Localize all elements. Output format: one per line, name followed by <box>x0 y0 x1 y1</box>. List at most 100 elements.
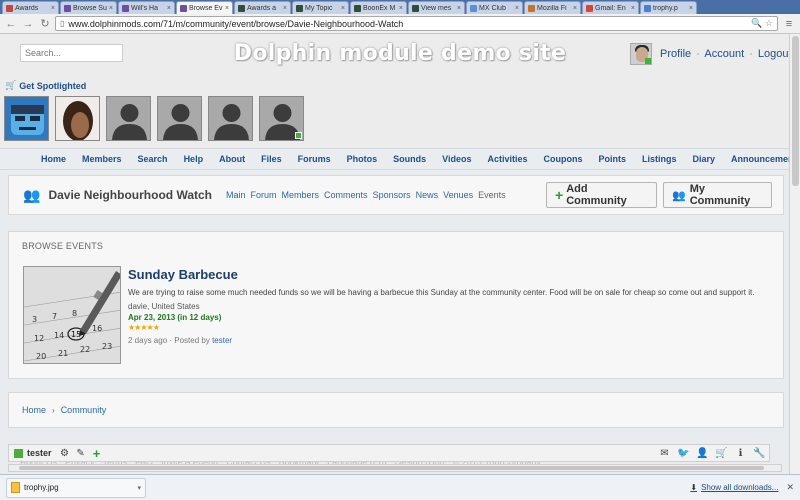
browser-tab[interactable]: Awards a × <box>234 1 291 14</box>
add-icon[interactable]: + <box>89 446 105 461</box>
community-link-forum[interactable]: Forum <box>251 190 277 200</box>
browser-menu-icon[interactable]: ≡ <box>782 18 796 30</box>
user-avatar[interactable] <box>630 43 652 65</box>
download-item[interactable]: trophy.jpg ▾ <box>6 477 146 498</box>
tab-close-icon[interactable]: × <box>109 5 113 12</box>
community-link-members[interactable]: Members <box>282 190 320 200</box>
nav-item-sounds[interactable]: Sounds <box>393 154 426 164</box>
browser-tab[interactable]: Mozilla Fi × <box>524 1 581 14</box>
info-icon[interactable]: ℹ <box>731 448 750 459</box>
toolbar-user[interactable]: tester <box>9 448 57 458</box>
event-rating-stars[interactable]: ★★★★★ <box>128 323 160 332</box>
show-all-downloads-link[interactable]: ⬇ Show all downloads... <box>690 483 778 492</box>
spotlight-member-avatar[interactable] <box>259 96 304 141</box>
nav-item-activities[interactable]: Activities <box>487 154 527 164</box>
browser-tab[interactable]: Browse Ev × <box>176 1 233 14</box>
spotlight-heading[interactable]: 🛒 Get Spotlighted <box>5 80 86 91</box>
back-icon[interactable]: ← <box>4 17 18 31</box>
nav-item-points[interactable]: Points <box>599 154 627 164</box>
address-bar[interactable]: ▯ www.dolphinmods.com/71/m/community/eve… <box>55 16 778 31</box>
twitter-icon[interactable]: 🐦 <box>674 448 693 459</box>
horizontal-scrollbar[interactable] <box>8 464 782 472</box>
nav-item-about[interactable]: About <box>219 154 245 164</box>
tab-close-icon[interactable]: × <box>631 5 635 12</box>
tab-label: Browse Ev <box>189 4 223 12</box>
account-link[interactable]: Account <box>704 48 744 60</box>
breadcrumb-item-home[interactable]: Home <box>22 405 46 415</box>
tab-close-icon[interactable]: × <box>283 5 287 12</box>
edit-icon[interactable]: ✎ <box>73 448 89 459</box>
tab-favicon-icon <box>64 4 71 12</box>
community-link-events[interactable]: Events <box>478 190 506 200</box>
tab-close-icon[interactable]: × <box>457 5 461 12</box>
close-icon[interactable]: ✕ <box>786 482 794 493</box>
online-indicator <box>645 58 651 64</box>
browser-tab[interactable]: MX Club × <box>466 1 523 14</box>
browser-tab[interactable]: Browse Su × <box>60 1 117 14</box>
tab-close-icon[interactable]: × <box>689 5 693 12</box>
mail-icon[interactable]: ✉ <box>655 448 674 459</box>
browser-tab[interactable]: Will's Ha × <box>118 1 175 14</box>
community-link-news[interactable]: News <box>416 190 439 200</box>
logout-link[interactable]: Logout <box>758 48 792 60</box>
tab-close-icon[interactable]: × <box>399 5 403 12</box>
forward-icon[interactable]: → <box>21 17 35 31</box>
community-title: Davie Neighbourhood Watch <box>48 188 212 202</box>
browser-tab[interactable]: trophy.p × <box>640 1 697 14</box>
browser-tab[interactable]: My Topic × <box>292 1 349 14</box>
spotlight-member-avatar[interactable] <box>106 96 151 141</box>
nav-item-announcement[interactable]: Announcement <box>731 154 797 164</box>
tab-close-icon[interactable]: × <box>515 5 519 12</box>
event-thumbnail[interactable]: 3789 121416 20212223 15 <box>23 266 121 364</box>
tab-close-icon[interactable]: × <box>573 5 577 12</box>
spotlight-member-avatar[interactable] <box>4 96 49 141</box>
nav-item-videos[interactable]: Videos <box>442 154 471 164</box>
tab-close-icon[interactable]: × <box>51 5 55 12</box>
community-link-venues[interactable]: Venues <box>443 190 473 200</box>
browser-tab[interactable]: BoonEx M × <box>350 1 407 14</box>
nav-item-forums[interactable]: Forums <box>298 154 331 164</box>
wrench-icon[interactable]: 🔧 <box>750 448 769 459</box>
nav-item-photos[interactable]: Photos <box>347 154 378 164</box>
spotlight-member-avatar[interactable] <box>55 96 100 141</box>
nav-item-listings[interactable]: Listings <box>642 154 677 164</box>
scrollbar-thumb[interactable] <box>19 466 764 470</box>
nav-item-search[interactable]: Search <box>138 154 168 164</box>
event-author-link[interactable]: tester <box>212 336 232 345</box>
cart-icon[interactable]: 🛒 <box>712 448 731 459</box>
nav-item-files[interactable]: Files <box>261 154 282 164</box>
reload-icon[interactable]: ↻ <box>38 17 52 31</box>
tab-label: BoonEx M <box>363 4 396 12</box>
nav-item-coupons[interactable]: Coupons <box>544 154 583 164</box>
tab-close-icon[interactable]: × <box>225 5 229 12</box>
toolbar-username: tester <box>27 448 52 458</box>
bookmark-star-icon[interactable]: 🔍 ☆ <box>751 18 773 29</box>
posted-by-label: Posted by <box>174 336 210 345</box>
settings-icon[interactable]: ⚙ <box>57 448 73 459</box>
nav-item-home[interactable]: Home <box>41 154 66 164</box>
spotlight-member-avatar[interactable] <box>208 96 253 141</box>
browser-tab[interactable]: View mes × <box>408 1 465 14</box>
browser-tab[interactable]: Awards × <box>2 1 59 14</box>
add-community-button[interactable]: + Add Community <box>546 182 657 208</box>
community-link-main[interactable]: Main <box>226 190 246 200</box>
user-icon[interactable]: 👤 <box>693 448 712 459</box>
nav-item-members[interactable]: Members <box>82 154 122 164</box>
community-link-comments[interactable]: Comments <box>324 190 368 200</box>
spotlight-member-avatar[interactable] <box>157 96 202 141</box>
profile-link[interactable]: Profile <box>660 48 691 60</box>
breadcrumb-item-community[interactable]: Community <box>61 405 107 415</box>
scrollbar-thumb[interactable] <box>792 36 799 186</box>
tab-close-icon[interactable]: × <box>167 5 171 12</box>
tab-label: Will's Ha <box>131 4 159 12</box>
my-community-button[interactable]: 👥 My Community <box>663 182 772 208</box>
vertical-scrollbar[interactable] <box>789 34 800 474</box>
svg-text:3: 3 <box>32 315 37 324</box>
chevron-down-icon[interactable]: ▾ <box>137 484 141 492</box>
nav-item-diary[interactable]: Diary <box>693 154 716 164</box>
event-title[interactable]: Sunday Barbecue <box>128 267 238 282</box>
nav-item-help[interactable]: Help <box>184 154 204 164</box>
community-link-sponsors[interactable]: Sponsors <box>373 190 411 200</box>
tab-close-icon[interactable]: × <box>341 5 345 12</box>
browser-tab[interactable]: Gmail: En × <box>582 1 639 14</box>
